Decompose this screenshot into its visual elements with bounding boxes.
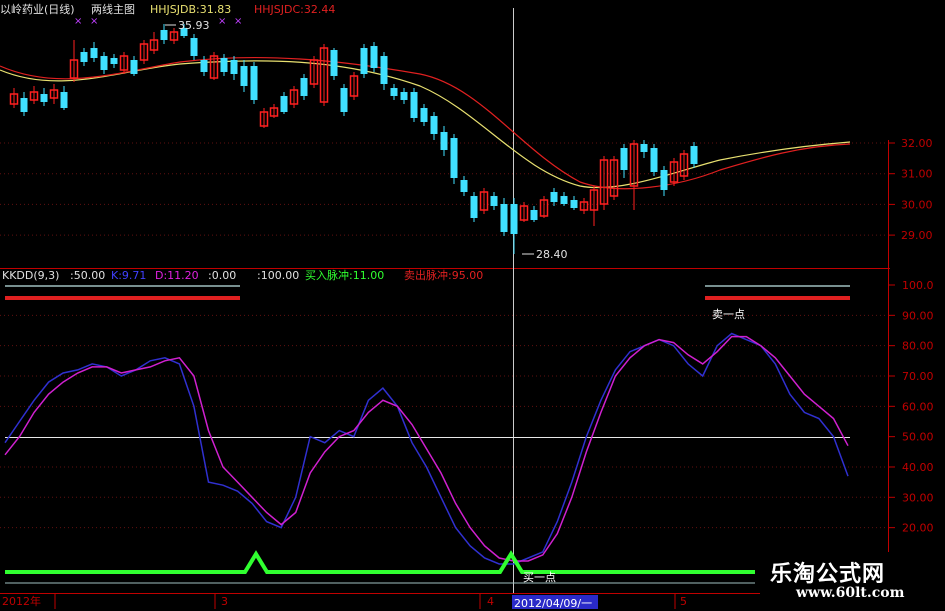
marker-x: × bbox=[74, 16, 82, 27]
watermark-url: www.60lt.com bbox=[796, 585, 905, 601]
stock-name: 以岭药业(日线) bbox=[0, 2, 75, 16]
candle-body[interactable] bbox=[420, 108, 428, 122]
candle-body[interactable] bbox=[500, 204, 508, 232]
candle-body[interactable] bbox=[60, 92, 68, 108]
indicator-axis-label: 70.00 bbox=[902, 370, 934, 383]
watermark: 乐淘公式网 www.60lt.com bbox=[760, 552, 945, 609]
buy-pulse-value: 买入脉冲:11.00 bbox=[305, 268, 384, 282]
ma-red bbox=[0, 56, 851, 190]
indicator-v3: :100.00 bbox=[257, 269, 299, 282]
candle-body[interactable] bbox=[660, 170, 668, 190]
time-label-2012: 2012年 bbox=[2, 594, 41, 608]
indicator-v1: :50.00 bbox=[70, 269, 105, 282]
indicator-axis-label: 20.00 bbox=[902, 522, 934, 535]
candle-body[interactable] bbox=[640, 144, 648, 152]
candle-body[interactable] bbox=[20, 98, 28, 112]
candle-body[interactable] bbox=[400, 92, 408, 100]
time-label-5: 5 bbox=[680, 595, 687, 608]
hhjsjdb-value: HHJSJDB:31.83 bbox=[150, 3, 231, 16]
candle-body[interactable] bbox=[300, 78, 308, 96]
candle-body[interactable] bbox=[620, 148, 628, 170]
gridlines bbox=[0, 142, 888, 529]
time-label-3: 3 bbox=[221, 595, 228, 608]
indicator-axis: 100.0 90.00 80.00 70.00 60.00 50.00 40.00 30.00… bbox=[889, 279, 934, 565]
indicator-axis-label: 90.00 bbox=[902, 309, 934, 322]
candle-body[interactable] bbox=[410, 92, 418, 118]
price-moving-averages bbox=[0, 56, 851, 190]
candle-body[interactable] bbox=[370, 46, 378, 68]
price-axis-label: 29.00 bbox=[901, 229, 933, 242]
candle-body[interactable] bbox=[280, 96, 288, 112]
buy-point-label: 买一点 bbox=[523, 571, 556, 584]
candle-body[interactable] bbox=[90, 48, 98, 58]
sell-point-label: 卖一点 bbox=[712, 308, 745, 321]
watermark-title: 乐淘公式网 bbox=[770, 562, 886, 587]
candle-body[interactable] bbox=[230, 60, 238, 74]
marker-x: × bbox=[90, 16, 98, 27]
price-axis-label: 31.00 bbox=[901, 168, 933, 181]
candle-body[interactable] bbox=[430, 116, 438, 134]
candle-body[interactable] bbox=[440, 132, 448, 150]
ma-yellow bbox=[0, 60, 851, 189]
k-value: K:9.71 bbox=[111, 269, 146, 282]
d-line bbox=[4, 335, 849, 562]
indicator-title: KKDD(9,3) bbox=[2, 269, 59, 282]
candlesticks[interactable] bbox=[9, 24, 698, 254]
candle-body[interactable] bbox=[380, 56, 388, 84]
candle-body[interactable] bbox=[390, 88, 398, 96]
candle-body[interactable] bbox=[510, 204, 518, 234]
price-axis: 32.00 31.00 30.00 29.00 bbox=[889, 137, 933, 242]
signal-markers: × × × × bbox=[74, 16, 242, 27]
price-axis-label: 32.00 bbox=[901, 137, 933, 150]
indicator-axis-label: 80.00 bbox=[902, 340, 934, 353]
candle-body[interactable] bbox=[450, 138, 458, 178]
candle-body[interactable] bbox=[190, 38, 198, 56]
candle-body[interactable] bbox=[110, 58, 118, 64]
current-date-box: 2012/04/09/一 bbox=[512, 595, 598, 610]
candle-body[interactable] bbox=[250, 66, 258, 100]
high-annotation: 35.93 bbox=[165, 19, 210, 32]
candle-body[interactable] bbox=[200, 60, 208, 72]
candle-body[interactable] bbox=[330, 50, 338, 76]
candle-body[interactable] bbox=[130, 60, 138, 74]
candle-body[interactable] bbox=[360, 48, 368, 74]
price-axis-label: 30.00 bbox=[901, 198, 933, 211]
indicator-axis-label: 50.00 bbox=[902, 431, 934, 444]
candle-body[interactable] bbox=[460, 180, 468, 192]
candle-body[interactable] bbox=[560, 196, 568, 204]
candle-body[interactable] bbox=[650, 148, 658, 172]
marker-x: × bbox=[218, 16, 226, 27]
low-annotation-label: 28.40 bbox=[536, 248, 568, 261]
candle-body[interactable] bbox=[240, 66, 248, 86]
main-indicator-name: 两线主图 bbox=[91, 2, 135, 16]
candle-body[interactable] bbox=[490, 196, 498, 206]
high-annotation-label: 35.93 bbox=[178, 19, 210, 32]
candle-body[interactable] bbox=[100, 56, 108, 70]
candle-body[interactable] bbox=[340, 88, 348, 112]
marker-x: × bbox=[234, 16, 242, 27]
time-label-4: 4 bbox=[487, 595, 494, 608]
indicator-v2: :0.00 bbox=[208, 269, 236, 282]
candle-body[interactable] bbox=[570, 200, 578, 208]
stock-chart-canvas[interactable]: 以岭药业(日线) 两线主图 HHJSJDB:31.83 HHJSJDC:32.4… bbox=[0, 0, 945, 609]
candle-body[interactable] bbox=[690, 146, 698, 164]
indicator-axis-label: 40.00 bbox=[902, 461, 934, 474]
indicator-axis-label: 60.00 bbox=[902, 400, 934, 413]
low-annotation: 28.40 bbox=[522, 248, 568, 261]
candle-body[interactable] bbox=[160, 30, 168, 40]
indicator-axis-label: 30.00 bbox=[902, 491, 934, 504]
candle-body[interactable] bbox=[550, 192, 558, 202]
hhjsjdc-value: HHJSJDC:32.44 bbox=[254, 3, 335, 16]
candle-body[interactable] bbox=[470, 196, 478, 218]
candle-body[interactable] bbox=[80, 52, 88, 62]
d-value: D:11.20 bbox=[155, 269, 199, 282]
candle-body[interactable] bbox=[40, 94, 48, 102]
indicator-axis-label: 100.0 bbox=[902, 279, 934, 292]
sell-pulse-value: 卖出脉冲:95.00 bbox=[404, 268, 483, 282]
candle-body[interactable] bbox=[220, 58, 228, 72]
candle-body[interactable] bbox=[530, 210, 538, 220]
buy-pulse-line bbox=[5, 550, 755, 574]
